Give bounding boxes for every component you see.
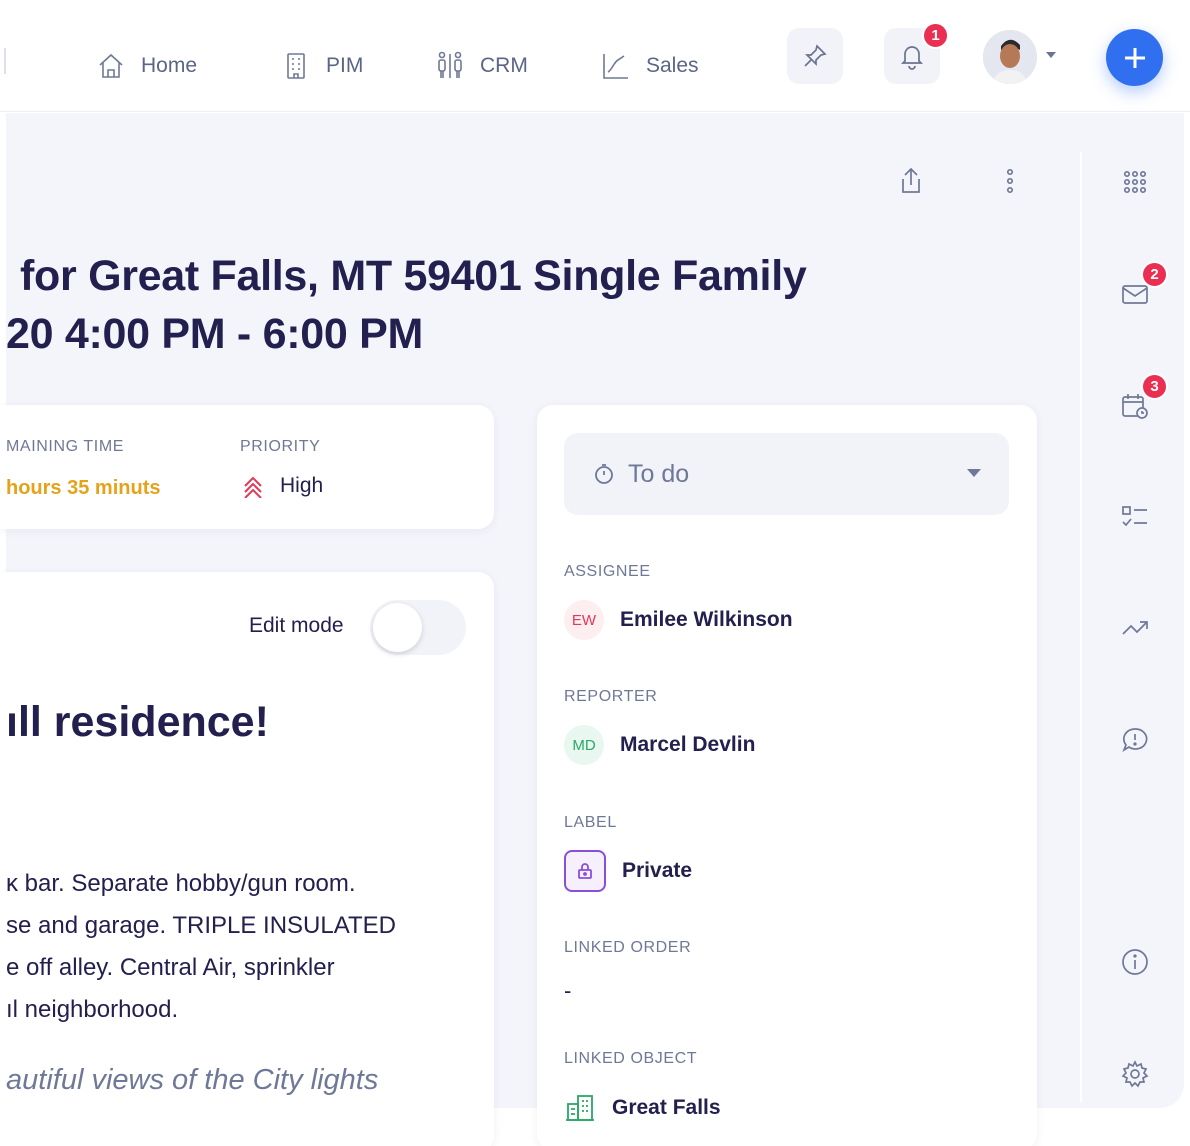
- reporter[interactable]: MD Marcel Devlin: [564, 725, 755, 765]
- linked-object-value: Great Falls: [612, 1096, 721, 1119]
- nav-sales[interactable]: Sales: [600, 46, 699, 86]
- task-stats-card: [0, 405, 494, 529]
- task-title-line-1: for Great Falls, MT 59401 Single Family: [20, 252, 807, 300]
- task-details-card: [537, 405, 1037, 1146]
- checklist-button[interactable]: [1116, 498, 1154, 536]
- nav-sales-label: Sales: [646, 54, 699, 77]
- reporter-avatar: MD: [564, 725, 604, 765]
- home-icon: [99, 53, 123, 78]
- description-line: se and garage. TRIPLE INSULATED: [6, 912, 396, 939]
- label-value: Private: [622, 859, 693, 882]
- chevron-down-icon[interactable]: [967, 469, 981, 477]
- priority-high-icon: [244, 476, 262, 498]
- notification-count-badge: 1: [922, 22, 949, 49]
- avatar-photo: [983, 30, 1037, 84]
- nav-crm[interactable]: CRM: [434, 46, 528, 86]
- user-avatar[interactable]: [983, 30, 1037, 84]
- notifications-button[interactable]: 1: [884, 22, 949, 84]
- pin-button[interactable]: [787, 28, 843, 84]
- mail-button[interactable]: 2: [1116, 261, 1168, 313]
- assignee-label: ASSIGNEE: [564, 563, 651, 580]
- more-vertical-icon: [1006, 168, 1014, 194]
- rail-divider: [1080, 152, 1082, 1102]
- checklist-icon: [1122, 506, 1147, 527]
- nav-home[interactable]: Home: [95, 46, 197, 86]
- description-line: ıl neighborhood.: [6, 996, 179, 1023]
- task-title-line-2: 20 4:00 PM - 6:00 PM: [6, 310, 424, 358]
- info-icon: [1122, 949, 1148, 975]
- linked-object[interactable]: Great Falls: [564, 1092, 721, 1124]
- linked-object-label: LINKED OBJECT: [564, 1050, 698, 1067]
- chart-line-icon: [603, 54, 628, 79]
- status-select[interactable]: To do: [564, 433, 1009, 515]
- nav-pim[interactable]: PIM: [280, 46, 363, 86]
- priority-value: High: [242, 474, 323, 498]
- assignee[interactable]: EW Emilee Wilkinson: [564, 600, 793, 640]
- toggle-knob: [373, 603, 422, 652]
- bell-icon: [900, 46, 924, 70]
- description-line: ᴋ bar. Separate hobby/gun room.: [6, 870, 356, 897]
- reporter-label: REPORTER: [564, 688, 658, 705]
- analytics-button[interactable]: [1116, 609, 1154, 647]
- building-icon: [287, 53, 305, 79]
- more-options-button[interactable]: [992, 163, 1028, 199]
- mail-count-badge: 2: [1141, 261, 1168, 288]
- chat-alert-icon: [1122, 728, 1148, 753]
- edit-mode-label: Edit mode: [249, 614, 344, 637]
- apps-button[interactable]: [1116, 163, 1154, 201]
- remaining-time-value: hours 35 minuts: [6, 477, 161, 499]
- priority-label: PRIORITY: [240, 438, 321, 455]
- trending-up-icon: [1122, 621, 1148, 635]
- apps-grid-icon: [1123, 170, 1147, 194]
- description-italic-line: autiful views of the City lights: [6, 1064, 379, 1096]
- info-button[interactable]: [1116, 943, 1154, 981]
- assignee-name: Emilee Wilkinson: [620, 608, 793, 631]
- calendar-count-badge: 3: [1141, 373, 1168, 400]
- people-icon: [438, 51, 462, 78]
- calendar-button[interactable]: 3: [1116, 373, 1168, 425]
- stopwatch-icon: [595, 464, 613, 484]
- label-field-label: LABEL: [564, 814, 617, 831]
- share-icon: [902, 167, 920, 193]
- share-button[interactable]: [893, 163, 929, 199]
- nav-crm-label: CRM: [480, 54, 528, 77]
- remaining-time-label: MAINING TIME: [6, 438, 125, 455]
- create-button[interactable]: [1106, 29, 1163, 86]
- description-heading: ıll residence!: [6, 698, 269, 746]
- buildings-icon: [566, 1095, 594, 1121]
- nav-home-label: Home: [141, 54, 198, 77]
- description-line: e off alley. Central Air, sprinkler: [6, 954, 335, 981]
- label-private[interactable]: Private: [564, 850, 692, 892]
- edit-mode-toggle[interactable]: [370, 600, 466, 655]
- priority-value-text: High: [280, 474, 324, 497]
- settings-button[interactable]: [1116, 1055, 1154, 1093]
- task-description-card: [0, 572, 494, 1146]
- status-value: To do: [628, 459, 690, 488]
- divider: [4, 48, 6, 74]
- user-menu-caret-icon[interactable]: [1046, 52, 1056, 58]
- gear-icon: [1121, 1060, 1149, 1088]
- linked-order-value: -: [564, 978, 572, 1003]
- pin-icon: [804, 44, 827, 67]
- plus-icon: [1124, 47, 1145, 68]
- lock-icon: [564, 850, 606, 892]
- assignee-avatar: EW: [564, 600, 604, 640]
- linked-order-label: LINKED ORDER: [564, 939, 692, 956]
- top-navigation: Home PIM CRM Sales 1: [0, 0, 1190, 112]
- feedback-button[interactable]: [1116, 721, 1154, 759]
- reporter-name: Marcel Devlin: [620, 733, 756, 756]
- nav-pim-label: PIM: [326, 54, 364, 77]
